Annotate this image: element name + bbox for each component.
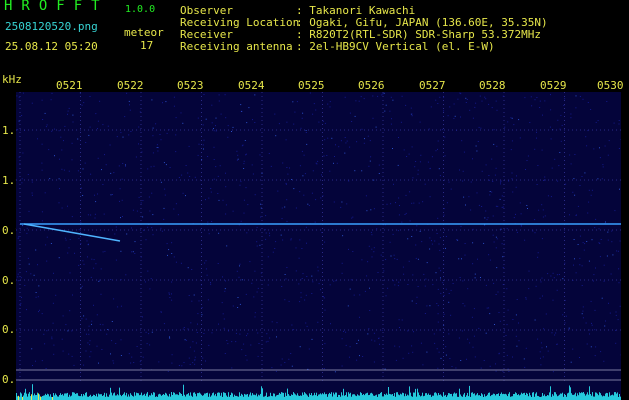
time-label-0523: 0523 — [177, 79, 204, 92]
receiver-key: Receiver — [180, 28, 233, 41]
location-value: : Ogaki, Gifu, JAPAN (136.60E, 35.35N) — [296, 16, 548, 29]
location-key: Receiving Location — [180, 16, 300, 29]
time-label-0528: 0528 — [479, 79, 506, 92]
time-label-0530: 0530 — [597, 79, 624, 92]
observer-value: : Takanori Kawachi — [296, 4, 416, 17]
meteor-label: meteor — [124, 26, 164, 39]
time-label-0527: 0527 — [419, 79, 446, 92]
observer-key: Observer — [180, 4, 233, 17]
spectrogram-background — [16, 92, 621, 400]
meteor-count: 17 — [140, 39, 154, 52]
time-label-0526: 0526 — [358, 79, 385, 92]
time-label-0522: 0522 — [117, 79, 144, 92]
khz-unit-label: kHz — [2, 73, 22, 86]
app-title: HROFFT — [4, 0, 109, 14]
date-time: 25.08.12 05:20 — [5, 40, 98, 53]
antenna-value: : 2el-HB9CV Vertical (el. E-W) — [296, 40, 495, 53]
app-version: 1.0.0 — [125, 4, 156, 15]
antenna-key: Receiving antenna — [180, 40, 293, 53]
time-label-0525: 0525 — [298, 79, 325, 92]
receiver-value: : R820T2(RTL-SDR) SDR-Sharp 53.372MHz — [296, 28, 542, 41]
file-name: 2508120520.png — [5, 20, 98, 33]
time-label-0521: 0521 — [56, 79, 83, 92]
time-label-0529: 0529 — [540, 79, 567, 92]
spectrogram-plot — [16, 92, 621, 400]
time-label-0524: 0524 — [238, 79, 265, 92]
